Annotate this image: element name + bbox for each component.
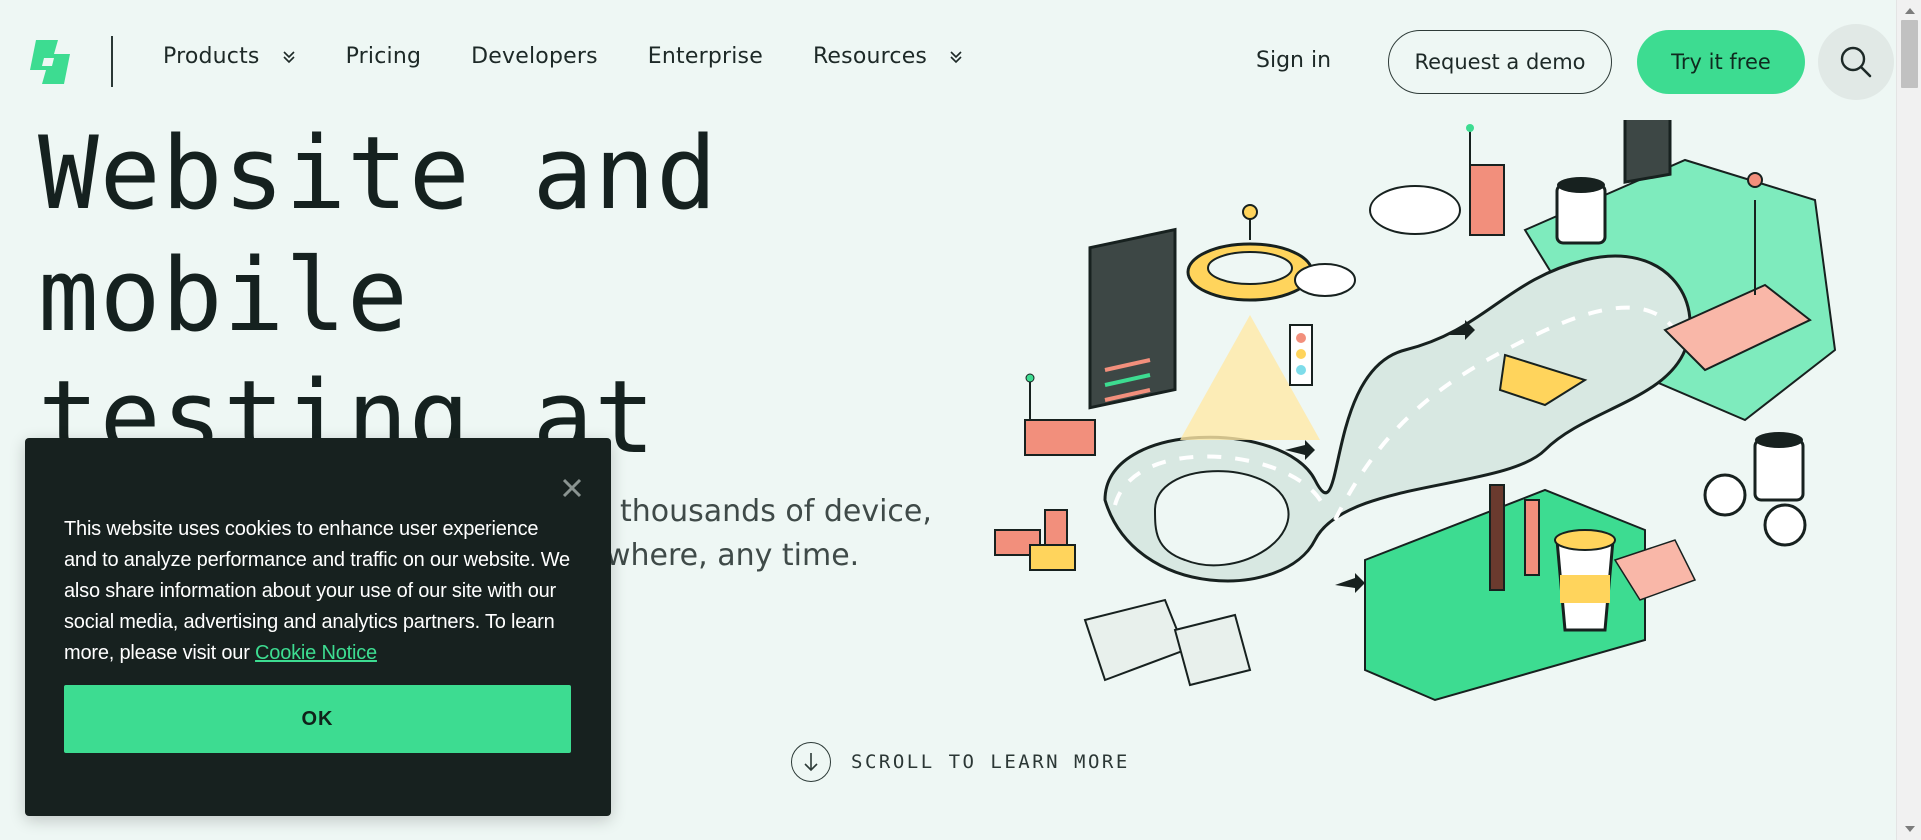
main-nav: Products Pricing Developers Enterprise R… bbox=[163, 44, 1013, 69]
cookie-notice-link[interactable]: Cookie Notice bbox=[255, 642, 377, 664]
scroll-hint[interactable]: SCROLL TO LEARN MORE bbox=[791, 742, 1130, 782]
brand-logo-icon[interactable] bbox=[24, 36, 76, 88]
nav-resources-label: Resources bbox=[812, 44, 928, 69]
logo-divider bbox=[111, 36, 113, 87]
hero-title-line-2: mobile bbox=[38, 236, 409, 354]
nav-resources[interactable]: Resources bbox=[813, 44, 963, 69]
scroll-down-arrow-icon[interactable] bbox=[1905, 826, 1915, 832]
scroll-up-arrow-icon[interactable] bbox=[1905, 8, 1915, 14]
hero-title: Website and mobile testing at bbox=[38, 112, 738, 478]
nav-products-label: Products bbox=[163, 44, 260, 69]
request-demo-button[interactable]: Request a demo bbox=[1388, 30, 1612, 94]
scrollbar-thumb[interactable] bbox=[1901, 20, 1918, 88]
chevron-down-icon bbox=[283, 50, 295, 63]
nav-developers-label: Developers bbox=[471, 44, 598, 69]
page-scrollbar[interactable] bbox=[1896, 0, 1921, 840]
sign-in-link[interactable]: Sign in bbox=[1256, 48, 1331, 73]
nav-pricing-label: Pricing bbox=[345, 44, 422, 69]
nav-products[interactable]: Products bbox=[163, 44, 296, 69]
site-header: Products Pricing Developers Enterprise R… bbox=[0, 0, 1896, 124]
hero-title-line-1: Website and bbox=[38, 114, 718, 232]
search-icon bbox=[1840, 46, 1872, 78]
cookie-message: This website uses cookies to enhance use… bbox=[64, 514, 574, 669]
hero-illustration bbox=[994, 120, 1837, 702]
nav-pricing[interactable]: Pricing bbox=[346, 44, 422, 69]
close-icon[interactable] bbox=[558, 474, 586, 502]
cookie-consent-dialog: This website uses cookies to enhance use… bbox=[25, 438, 611, 816]
nav-enterprise-label: Enterprise bbox=[647, 44, 763, 69]
scroll-hint-label: SCROLL TO LEARN MORE bbox=[851, 751, 1130, 773]
search-button[interactable] bbox=[1818, 24, 1894, 100]
nav-developers[interactable]: Developers bbox=[471, 44, 598, 69]
nav-enterprise[interactable]: Enterprise bbox=[648, 44, 763, 69]
chevron-down-icon bbox=[950, 50, 962, 63]
cookie-ok-button[interactable]: OK bbox=[64, 685, 571, 753]
try-free-button[interactable]: Try it free bbox=[1637, 30, 1805, 94]
arrow-down-circle-icon bbox=[791, 742, 831, 782]
